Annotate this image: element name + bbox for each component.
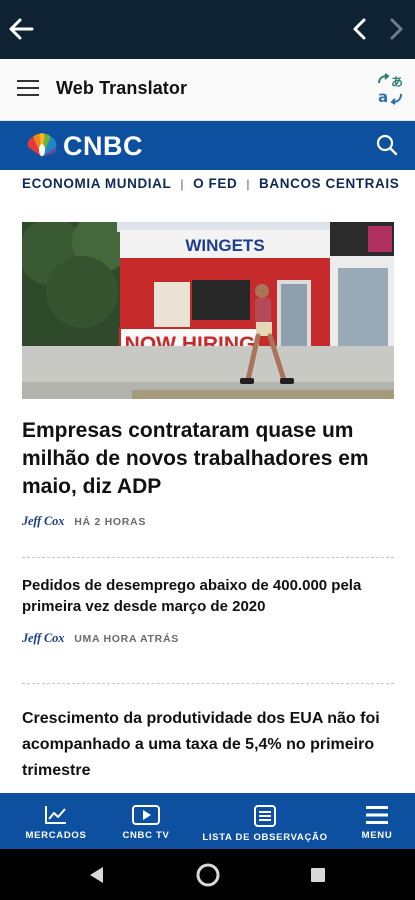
timestamp: HÁ 2 HORAS xyxy=(74,515,147,528)
article-headline[interactable]: Crescimento da produtividade dos EUA não… xyxy=(22,706,394,784)
tab-cnbc-tv[interactable]: CNBC TV xyxy=(116,793,176,849)
tab-watchlist[interactable]: LISTA DE OBSERVAÇÃO xyxy=(202,793,328,849)
hero-image[interactable]: WINGETS NOW HIRING xyxy=(22,222,394,399)
chart-icon xyxy=(45,806,66,824)
android-recents-icon[interactable] xyxy=(310,867,326,883)
cnbc-logo[interactable]: CNBC xyxy=(24,131,143,161)
timestamp: UMA HORA ATRÁS xyxy=(74,632,179,645)
menu-icon xyxy=(366,806,388,824)
translate-icon[interactable]: あ a xyxy=(376,73,404,105)
chevron-right-icon[interactable] xyxy=(384,16,408,42)
section-nav: ECONOMIA MUNDIAL | O FED | BANCOS CENTRA… xyxy=(0,170,415,198)
article-headline[interactable]: Pedidos de desemprego abaixo de 400.000 … xyxy=(22,575,394,617)
peacock-icon xyxy=(27,133,57,157)
nav-separator: | xyxy=(246,176,251,191)
watchlist-icon xyxy=(254,805,276,827)
tab-label: MERCADOS xyxy=(25,830,87,841)
article-headline-main[interactable]: Empresas contrataram quase um milhão de … xyxy=(22,417,394,501)
author-name[interactable]: Jeff Cox xyxy=(22,514,64,529)
translator-bar: Web Translator あ a xyxy=(0,59,415,121)
divider xyxy=(22,557,394,558)
translator-title: Web Translator xyxy=(56,78,188,98)
nav-separator: | xyxy=(180,176,185,191)
android-back-icon[interactable] xyxy=(88,866,104,884)
tab-label: MENU xyxy=(361,830,393,841)
android-home-icon[interactable] xyxy=(195,862,221,888)
tab-label: LISTA DE OBSERVAÇÃO xyxy=(202,832,328,843)
nav-item-economia-mundial[interactable]: ECONOMIA MUNDIAL xyxy=(22,176,171,191)
tab-label: CNBC TV xyxy=(122,830,170,841)
play-icon xyxy=(132,805,160,825)
search-icon[interactable] xyxy=(376,134,398,156)
chevron-left-icon[interactable] xyxy=(348,16,372,42)
svg-text:あ: あ xyxy=(391,75,403,89)
hamburger-menu-icon[interactable] xyxy=(17,80,39,96)
divider xyxy=(22,683,394,684)
svg-text:a: a xyxy=(378,88,388,105)
arrow-left-icon[interactable] xyxy=(6,14,36,44)
tab-menu[interactable]: MENU xyxy=(356,793,398,849)
article-byline: Jeff Cox HÁ 2 HORAS xyxy=(22,514,146,529)
bottom-tab-bar: MERCADOS CNBC TV LISTA DE OBSERVAÇÃO MEN… xyxy=(0,793,415,849)
nav-item-bancos-centrais[interactable]: BANCOS CENTRAIS xyxy=(259,176,399,191)
hero-sign-text: WINGETS xyxy=(185,236,264,255)
site-header: CNBC xyxy=(0,121,415,170)
system-navigation-bar xyxy=(0,849,415,900)
nav-item-o-fed[interactable]: O FED xyxy=(193,176,237,191)
tab-mercados[interactable]: MERCADOS xyxy=(22,793,90,849)
browser-toolbar xyxy=(0,0,415,59)
brand-name: CNBC xyxy=(63,130,143,161)
article-byline: Jeff Cox UMA HORA ATRÁS xyxy=(22,631,179,646)
author-name[interactable]: Jeff Cox xyxy=(22,631,64,646)
